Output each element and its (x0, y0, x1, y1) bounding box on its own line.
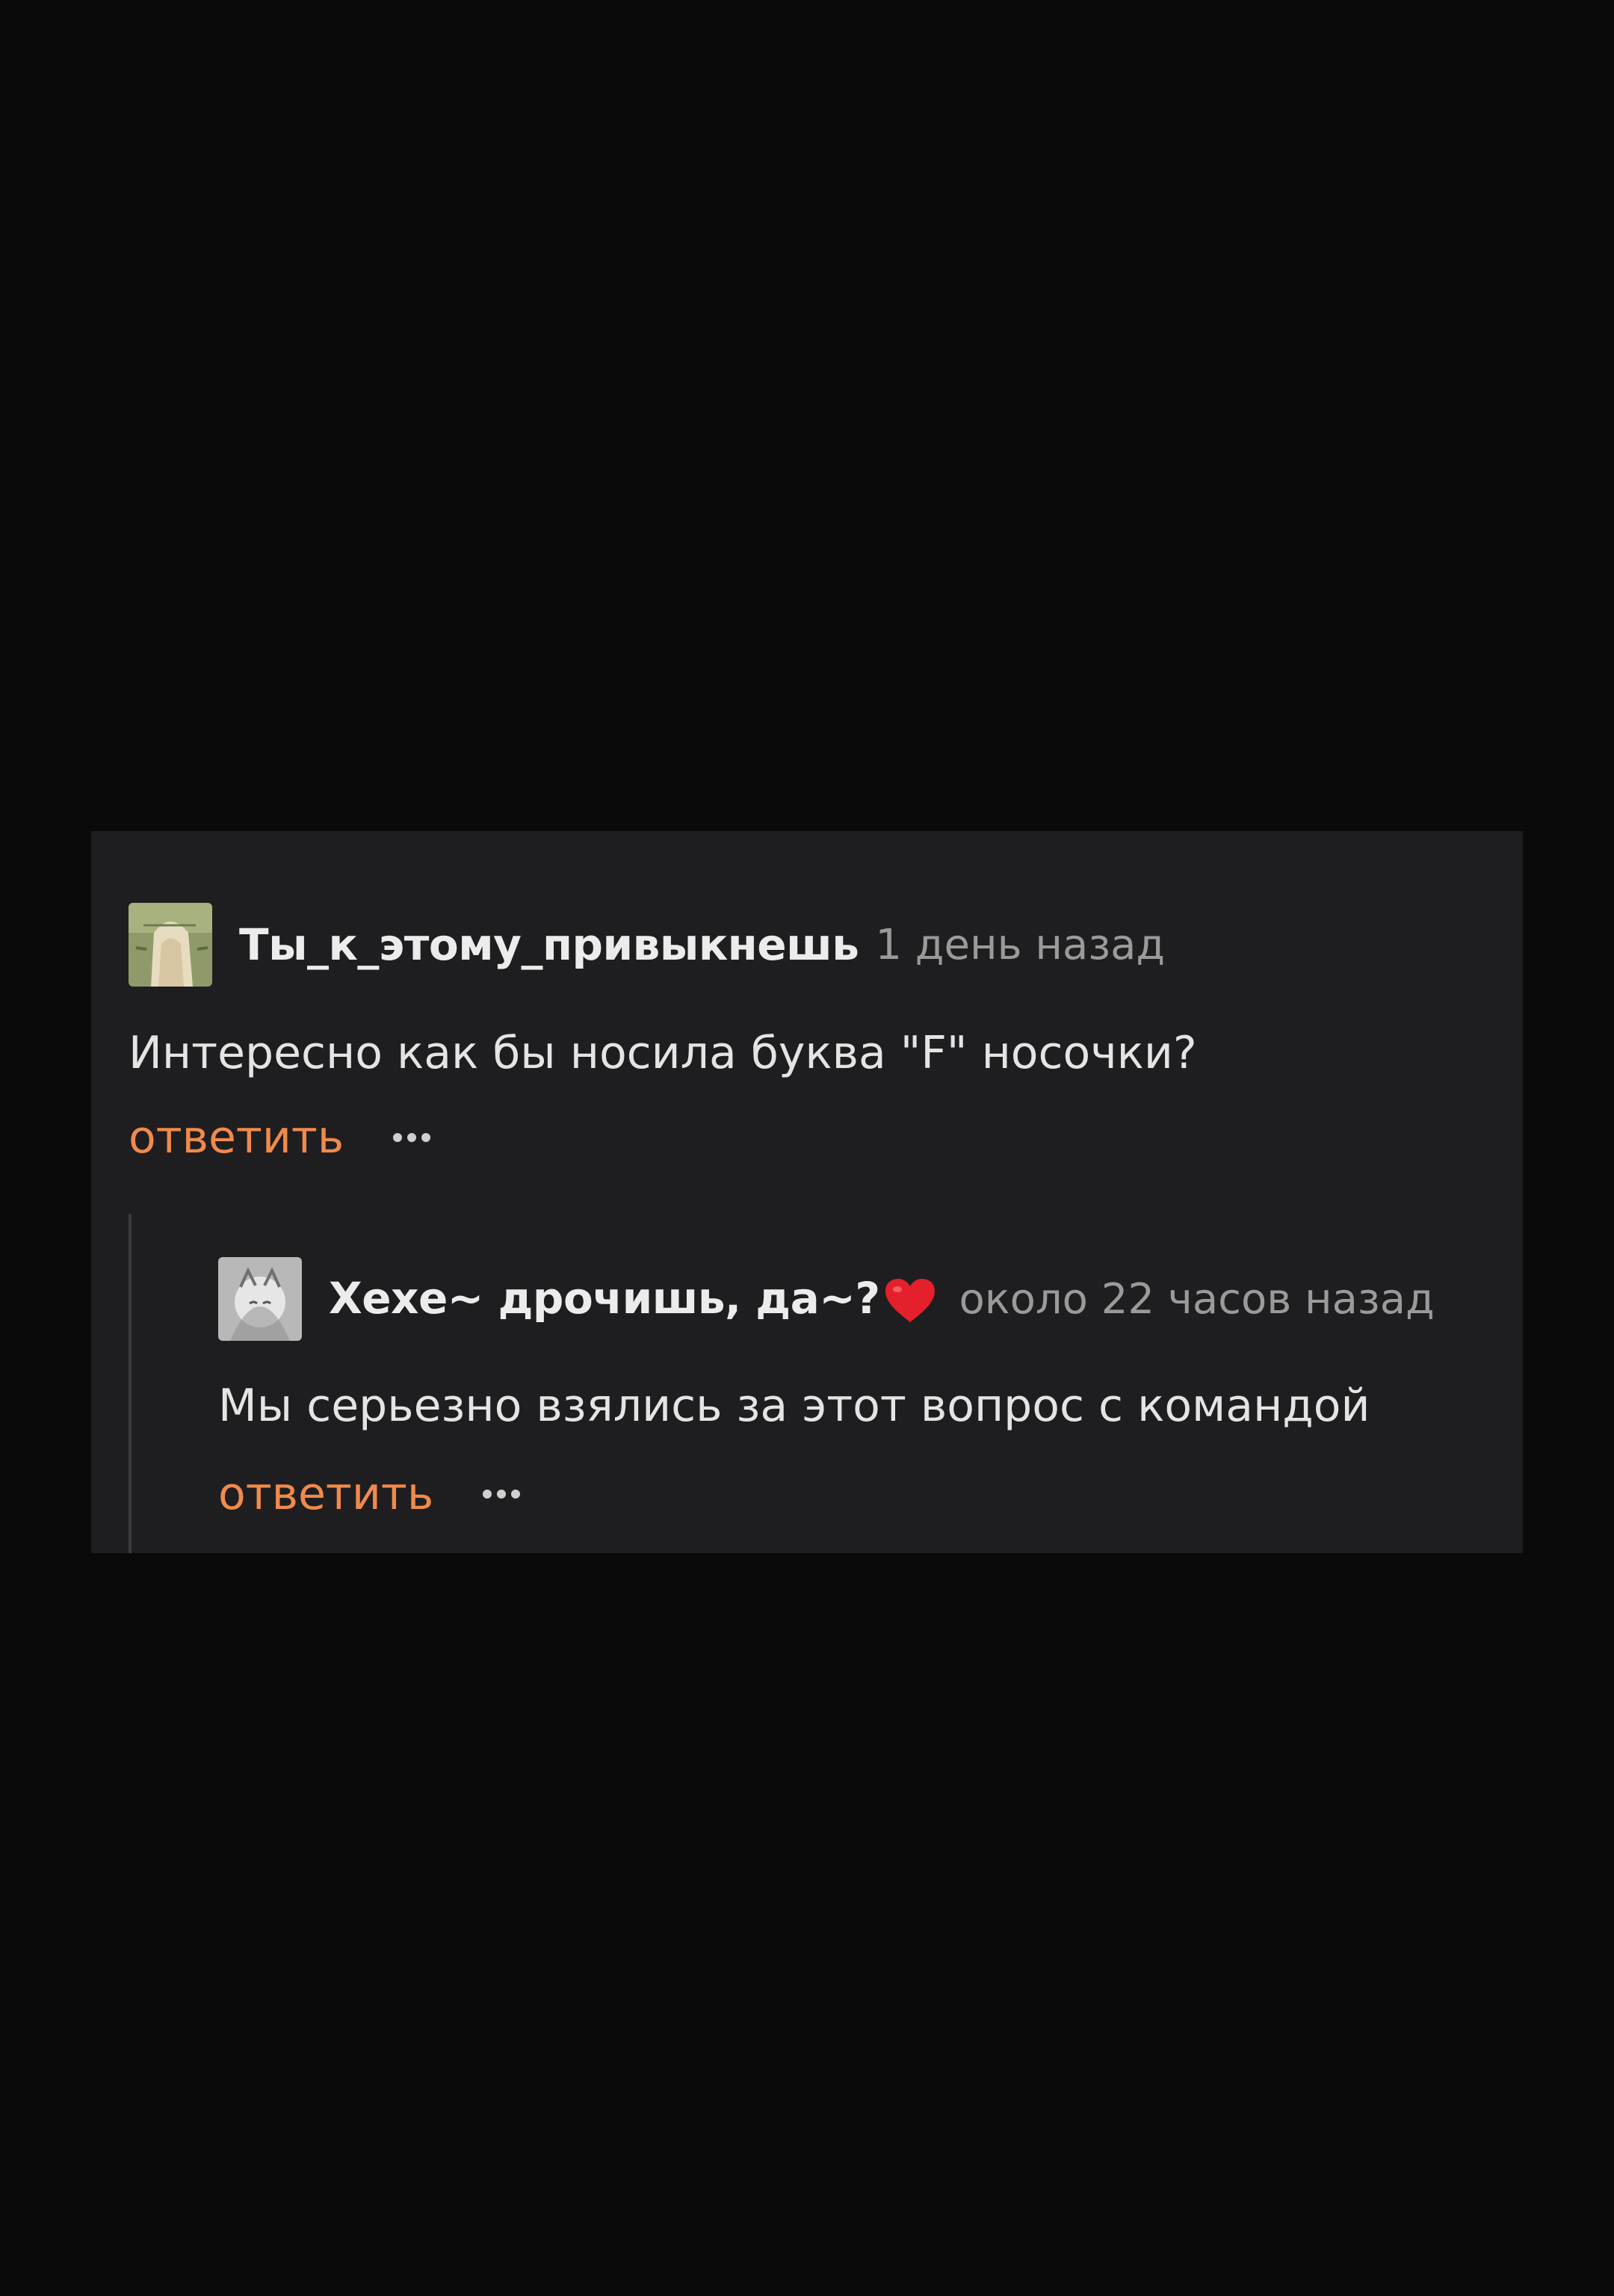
avatar[interactable] (218, 1257, 302, 1341)
thread-line (129, 1214, 132, 1553)
comments-panel: Ты_к_этому_привыкнешь 1 день назад Интер… (91, 831, 1523, 1553)
reply-button[interactable]: ответить (129, 1111, 344, 1164)
comment-text: Интересно как бы носила буква "F" носочк… (129, 1027, 1197, 1079)
comment-timestamp[interactable]: 1 день назад (875, 921, 1165, 969)
comment-author[interactable]: Ты_к_этому_привыкнешь (239, 919, 859, 970)
comment-header: Ты_к_этому_привыкнешь 1 день назад (129, 903, 1165, 987)
heart-icon (885, 1278, 936, 1322)
comment-timestamp[interactable]: около 22 часов назад (959, 1275, 1434, 1324)
comment-author-name: Хехе~ дрочишь, да~? (329, 1273, 880, 1324)
more-options-icon[interactable] (483, 1482, 521, 1506)
reply-button[interactable]: ответить (218, 1468, 433, 1520)
avatar[interactable] (129, 903, 212, 987)
comment-actions: ответить (129, 1111, 431, 1164)
more-options-icon[interactable] (393, 1126, 431, 1149)
comment-actions: ответить (218, 1468, 521, 1520)
user-avatar-image (218, 1257, 302, 1341)
reply-comment-header: Хехе~ дрочишь, да~? около 22 часов назад (218, 1257, 1435, 1341)
comment-text: Мы серьезно взялись за этот вопрос с ком… (218, 1380, 1370, 1432)
comment-author[interactable]: Хехе~ дрочишь, да~? (329, 1273, 936, 1325)
user-avatar-image (129, 903, 212, 987)
